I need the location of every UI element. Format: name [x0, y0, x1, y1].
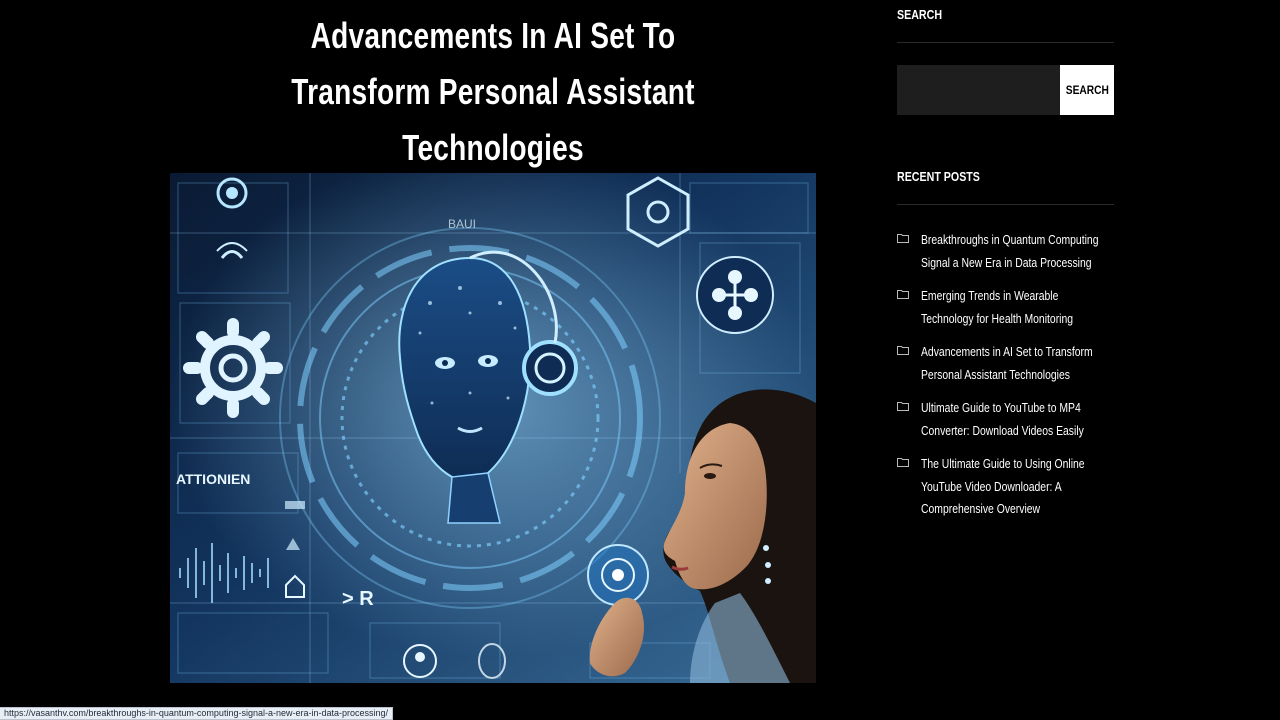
recent-post-link[interactable]: Breakthroughs in Quantum Computing Signa…	[921, 229, 1105, 274]
list-item: Emerging Trends in Wearable Technology f…	[897, 285, 1114, 341]
recent-posts-list: Breakthroughs in Quantum Computing Signa…	[897, 229, 1114, 516]
folder-icon	[897, 402, 909, 411]
recent-posts-title: RECENT POSTS	[897, 169, 980, 184]
list-item: Advancements in AI Set to Transform Pers…	[897, 341, 1114, 397]
recent-post-link[interactable]: Ultimate Guide to YouTube to MP4 Convert…	[921, 397, 1105, 442]
image-top-label: BAUI	[448, 217, 476, 231]
folder-icon	[897, 290, 909, 299]
search-input[interactable]	[897, 65, 1060, 115]
folder-icon	[897, 234, 909, 243]
list-item: Ultimate Guide to YouTube to MP4 Convert…	[897, 397, 1114, 453]
recent-post-link[interactable]: The Ultimate Guide to Using Online YouTu…	[921, 453, 1105, 521]
list-item: The Ultimate Guide to Using Online YouTu…	[897, 453, 1114, 516]
recent-post-link[interactable]: Emerging Trends in Wearable Technology f…	[921, 285, 1105, 330]
featured-image: ATTIONIEN BAUI > R	[170, 173, 816, 683]
search-button-label: SEARCH	[1065, 83, 1109, 97]
divider	[897, 42, 1114, 43]
image-small-label: > R	[342, 588, 374, 610]
image-panel-label: ATTIONIEN	[176, 471, 250, 487]
search-button[interactable]: SEARCH	[1060, 65, 1114, 115]
divider	[897, 204, 1114, 205]
browser-status-bar: https://vasanthv.com/breakthroughs-in-qu…	[0, 707, 394, 720]
recent-post-link[interactable]: Advancements in AI Set to Transform Pers…	[921, 341, 1105, 386]
folder-icon	[897, 458, 909, 467]
folder-icon	[897, 346, 909, 355]
search-widget-title: SEARCH	[897, 7, 943, 22]
list-item: Breakthroughs in Quantum Computing Signa…	[897, 229, 1114, 285]
article-title: Advancements In AI Set To Transform Pers…	[291, 15, 695, 168]
